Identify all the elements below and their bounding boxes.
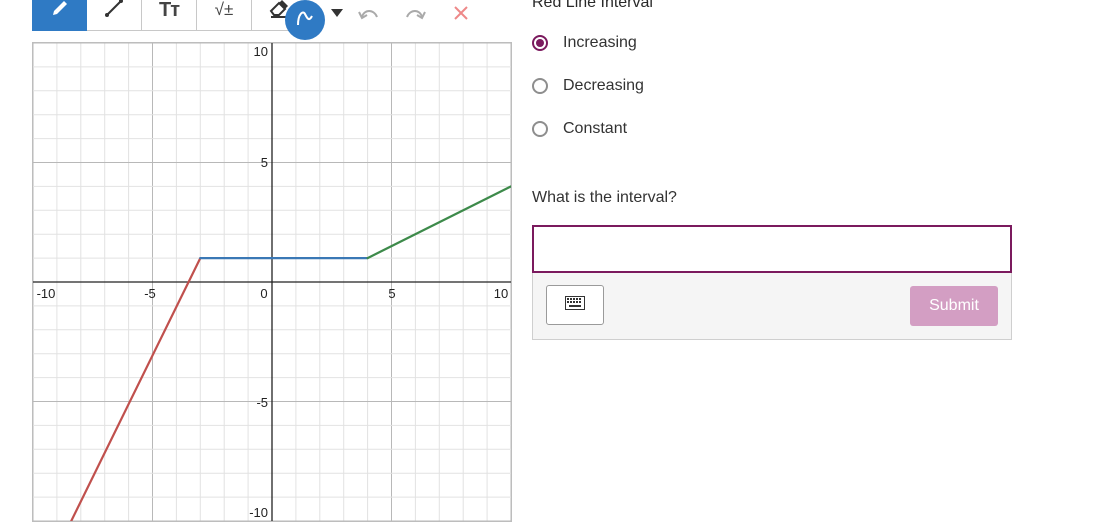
option-label: Decreasing (563, 77, 644, 94)
pencil-icon (49, 0, 71, 24)
close-icon[interactable] (450, 2, 472, 29)
math-tool-button[interactable]: √± (197, 0, 252, 31)
redo-icon[interactable] (402, 3, 428, 28)
graph-canvas[interactable]: -10 -5 0 5 10 10 5 -5 -10 (33, 43, 511, 521)
line-tool-button[interactable] (87, 0, 142, 31)
tick-label-x-10: 10 (494, 286, 508, 301)
submit-button[interactable]: Submit (910, 286, 998, 326)
option-label: Constant (563, 120, 628, 137)
graph-segment-0[interactable] (70, 257, 202, 521)
option-constant[interactable]: Constant (532, 120, 627, 138)
radio-constant[interactable] (532, 121, 548, 137)
curve-tool-button[interactable] (285, 0, 325, 40)
pencil-tool-button[interactable] (32, 0, 87, 31)
tick-label-y-neg5: -5 (256, 395, 268, 410)
tick-label-y-10: 10 (254, 44, 268, 59)
line-icon (103, 0, 125, 24)
tick-label-x-0: 0 (260, 286, 267, 301)
interval-answer-input[interactable] (532, 225, 1012, 273)
option-label: Increasing (563, 34, 637, 51)
coordinate-graph[interactable]: -10 -5 0 5 10 10 5 -5 -10 (32, 42, 512, 522)
tick-label-y-5: 5 (261, 155, 268, 170)
tick-label-x-neg5: -5 (144, 286, 156, 301)
option-increasing[interactable]: Increasing (532, 34, 637, 52)
radio-increasing[interactable] (532, 35, 548, 51)
tick-label-y-neg10: -10 (249, 505, 268, 520)
drawing-toolbar: Tт √± (32, 0, 307, 32)
radio-decreasing[interactable] (532, 78, 548, 94)
question-text: What is the interval? (532, 189, 677, 206)
keyboard-button[interactable] (546, 285, 604, 325)
tick-label-x-neg10: -10 (37, 286, 56, 301)
keyboard-icon (565, 295, 585, 315)
undo-icon[interactable] (356, 3, 382, 28)
tick-label-x-5: 5 (388, 286, 395, 301)
option-decreasing[interactable]: Decreasing (532, 77, 644, 95)
curve-icon (295, 8, 315, 33)
text-tool-button[interactable]: Tт (142, 0, 197, 31)
answer-tray: Submit (532, 273, 1012, 340)
math-symbols-icon: √± (214, 0, 234, 19)
panel-title: Red Line Interval (532, 0, 653, 11)
radio-selected-dot (536, 39, 544, 47)
text-size-icon: Tт (158, 0, 180, 21)
chevron-down-icon[interactable] (329, 6, 345, 24)
